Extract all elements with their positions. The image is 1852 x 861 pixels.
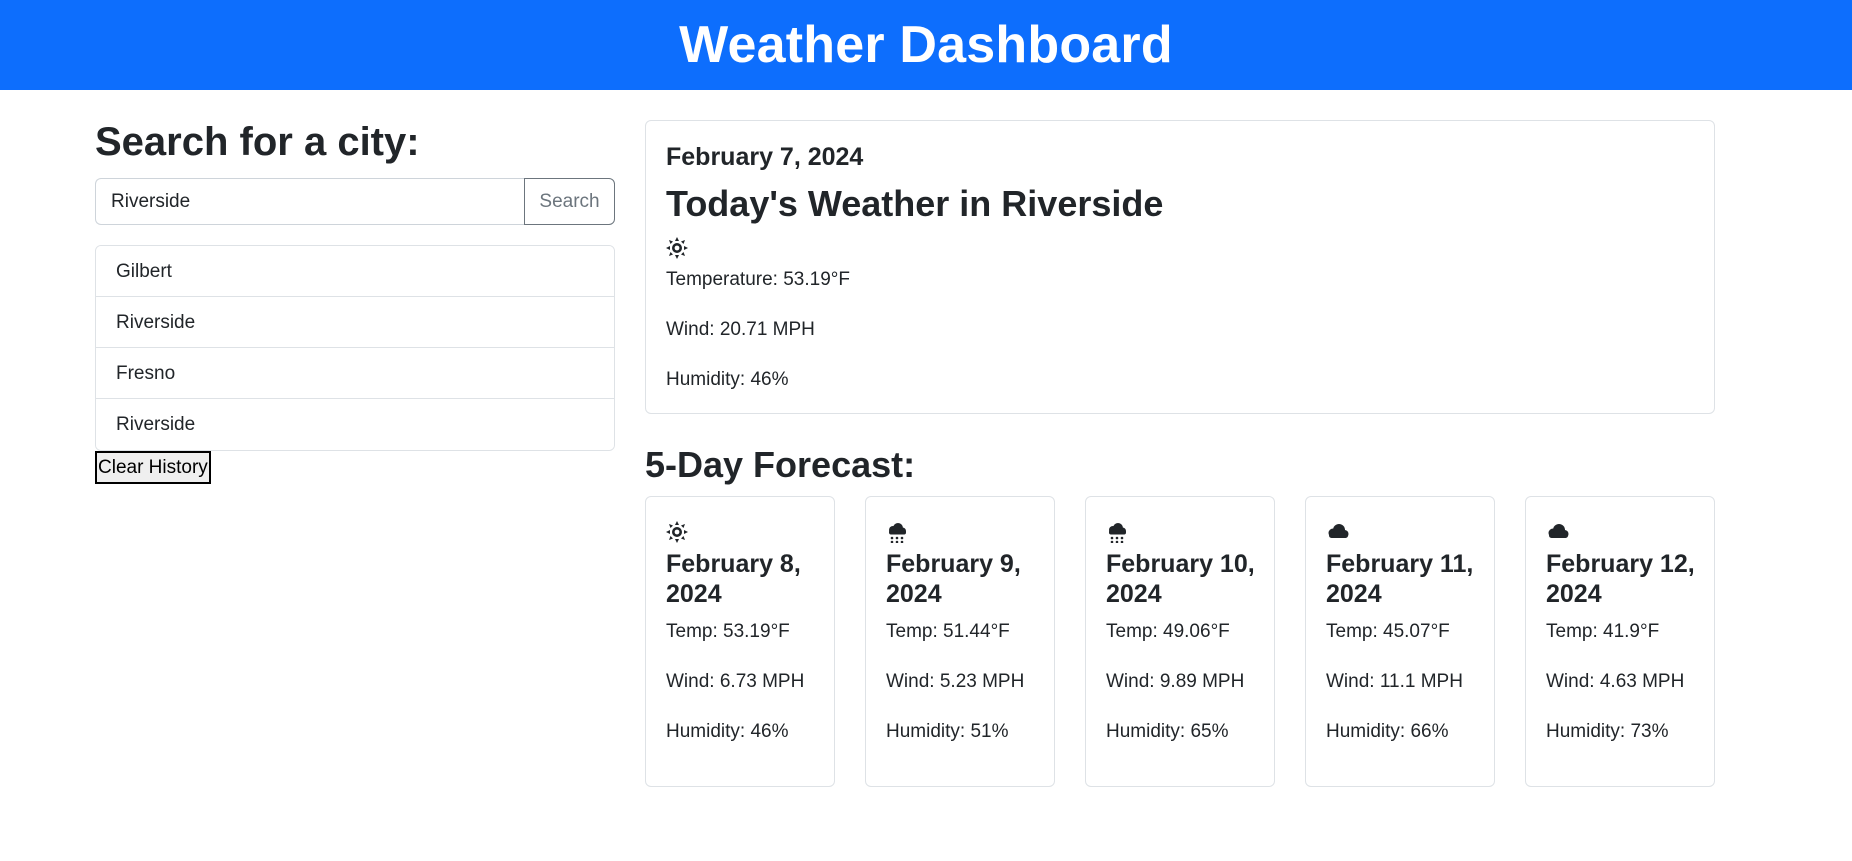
forecast-date: February 12, 2024: [1546, 550, 1695, 608]
search-form: Search: [95, 178, 615, 225]
forecast-card: February 9, 2024 Temp: 51.44°F Wind: 5.2…: [865, 496, 1055, 787]
forecast-date: February 9, 2024: [886, 550, 1021, 608]
forecast-temp: Temp: 49.06°F: [1106, 621, 1230, 642]
forecast-date: February 10, 2024: [1106, 550, 1255, 608]
forecast-temp: Temp: 41.9°F: [1546, 621, 1660, 642]
forecast-card: February 12, 2024 Temp: 41.9°F Wind: 4.6…: [1525, 496, 1715, 787]
forecast-card-list: February 8, 2024 Temp: 53.19°F Wind: 6.7…: [645, 496, 1715, 787]
history-item[interactable]: Gilbert: [96, 246, 614, 297]
forecast-temp: Temp: 53.19°F: [666, 621, 790, 642]
rain-cloud-icon: [886, 521, 908, 543]
forecast-wind: Wind: 6.73 MPH: [666, 671, 805, 692]
forecast-wind: Wind: 5.23 MPH: [886, 671, 1025, 692]
forecast-humidity: Humidity: 65%: [1106, 721, 1229, 742]
history-item[interactable]: Fresno: [96, 348, 614, 399]
sun-icon: [666, 521, 688, 543]
forecast-date: February 8, 2024: [666, 550, 801, 608]
search-heading: Search for a city:: [95, 120, 420, 164]
rain-cloud-icon: [1106, 521, 1128, 543]
forecast-temp: Temp: 51.44°F: [886, 621, 1010, 642]
current-humidity: Humidity: 46%: [666, 369, 789, 390]
forecast-humidity: Humidity: 66%: [1326, 721, 1449, 742]
history-item[interactable]: Riverside: [96, 399, 614, 450]
forecast-humidity: Humidity: 73%: [1546, 721, 1669, 742]
forecast-wind: Wind: 4.63 MPH: [1546, 671, 1685, 692]
current-date: February 7, 2024: [666, 143, 864, 171]
current-wind: Wind: 20.71 MPH: [666, 319, 815, 340]
search-history-list: Gilbert Riverside Fresno Riverside: [95, 245, 615, 451]
forecast-card: February 11, 2024 Temp: 45.07°F Wind: 11…: [1305, 496, 1495, 787]
forecast-heading: 5-Day Forecast:: [645, 444, 916, 485]
current-weather-title: Today's Weather in Riverside: [666, 183, 1164, 224]
forecast-card: February 8, 2024 Temp: 53.19°F Wind: 6.7…: [645, 496, 835, 787]
forecast-wind: Wind: 9.89 MPH: [1106, 671, 1245, 692]
city-search-input[interactable]: [95, 178, 524, 225]
search-button[interactable]: Search: [524, 178, 615, 225]
history-item[interactable]: Riverside: [96, 297, 614, 348]
forecast-card: February 10, 2024 Temp: 49.06°F Wind: 9.…: [1085, 496, 1275, 787]
forecast-date: February 11, 2024: [1326, 550, 1474, 608]
forecast-humidity: Humidity: 51%: [886, 721, 1009, 742]
page-title: Weather Dashboard: [679, 16, 1173, 74]
sun-icon: [666, 237, 688, 259]
forecast-wind: Wind: 11.1 MPH: [1326, 671, 1463, 692]
current-weather-card: February 7, 2024 Today's Weather in Rive…: [645, 120, 1715, 414]
forecast-humidity: Humidity: 46%: [666, 721, 789, 742]
clear-history-button[interactable]: Clear History: [95, 451, 211, 484]
cloud-icon: [1326, 521, 1349, 543]
forecast-temp: Temp: 45.07°F: [1326, 621, 1450, 642]
current-temperature: Temperature: 53.19°F: [666, 269, 850, 290]
header-bar: Weather Dashboard: [0, 0, 1852, 90]
cloud-icon: [1546, 521, 1569, 543]
